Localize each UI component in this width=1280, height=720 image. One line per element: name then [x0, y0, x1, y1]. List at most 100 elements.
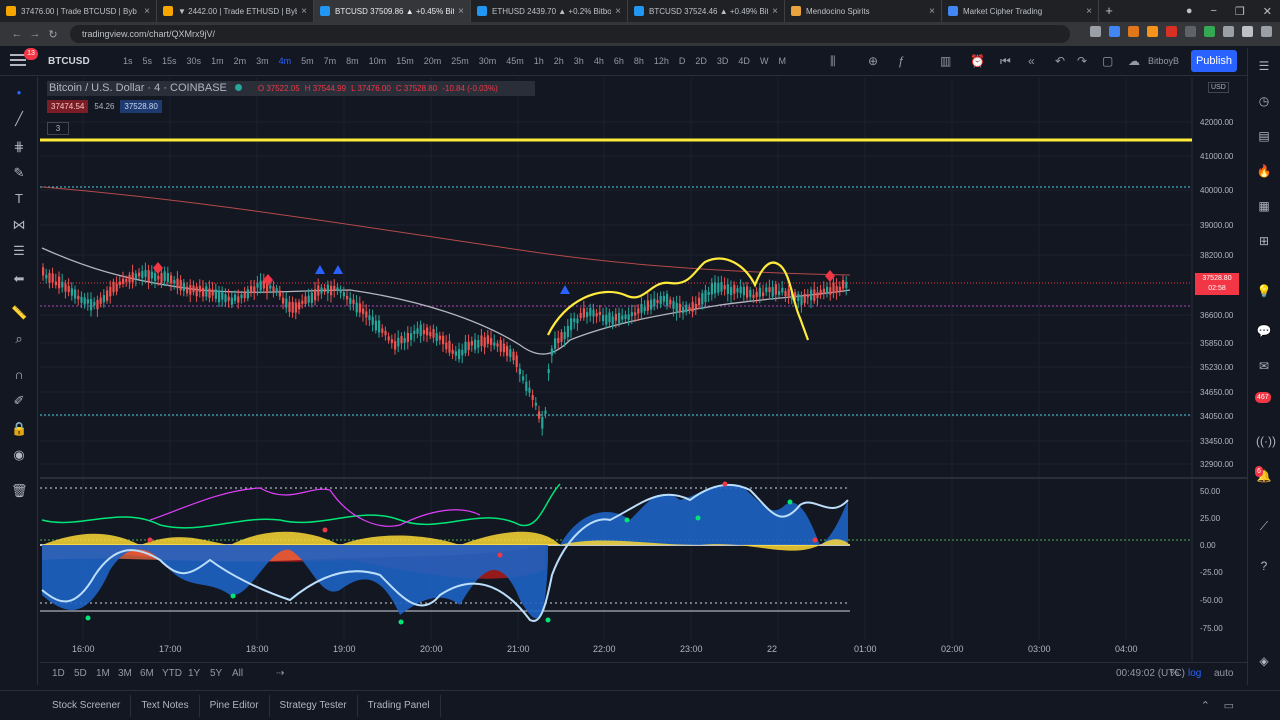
panel-tab-stock-screener[interactable]: Stock Screener — [42, 694, 132, 717]
close-tab-icon[interactable]: × — [615, 6, 621, 17]
text-tool-icon[interactable]: T — [11, 191, 27, 207]
range-ytd[interactable]: YTD — [162, 668, 182, 679]
star-icon[interactable] — [1109, 26, 1120, 37]
interval-1s[interactable]: 1s — [118, 56, 138, 66]
range-5d[interactable]: 5D — [74, 668, 87, 679]
trend-line-icon[interactable]: ╱ — [11, 111, 27, 127]
close-tab-icon[interactable]: × — [301, 6, 307, 17]
publish-button[interactable]: Publish — [1191, 50, 1237, 72]
back-icon[interactable]: ← — [8, 28, 26, 40]
interval-3m[interactable]: 3m — [251, 56, 274, 66]
help-icon[interactable]: ? — [1256, 558, 1272, 574]
interval-8h[interactable]: 8h — [629, 56, 649, 66]
range-all[interactable]: All — [232, 668, 243, 679]
interval-2D[interactable]: 2D — [690, 56, 712, 66]
interval-5m[interactable]: 5m — [296, 56, 319, 66]
puzzle-icon[interactable] — [1223, 26, 1234, 37]
chat-icon[interactable]: 💬 — [1256, 323, 1272, 339]
layout-icon[interactable]: ▢ — [1102, 54, 1113, 68]
redo-icon[interactable]: ↷ — [1077, 54, 1087, 68]
interval-30m[interactable]: 30m — [474, 56, 502, 66]
crosshair-icon[interactable]: ● — [11, 85, 27, 101]
close-tab-icon[interactable]: × — [929, 6, 935, 17]
streams-icon[interactable]: ((·)) — [1256, 433, 1276, 449]
interval-4D[interactable]: 4D — [733, 56, 755, 66]
log-toggle[interactable]: log — [1188, 668, 1201, 679]
percent-toggle[interactable]: % — [1170, 668, 1179, 679]
range-6m[interactable]: 6M — [140, 668, 154, 679]
trash-icon[interactable]: 🗑 — [11, 483, 28, 499]
url-field[interactable]: tradingview.com/chart/QXMrx9jV/ — [70, 25, 1070, 43]
range-1d[interactable]: 1D — [52, 668, 65, 679]
interval-15m[interactable]: 15m — [391, 56, 419, 66]
messages-icon[interactable]: ✉ — [1256, 358, 1272, 374]
interval-W[interactable]: W — [755, 56, 774, 66]
new-tab-button[interactable]: + — [1099, 0, 1119, 22]
range-1m[interactable]: 1M — [96, 668, 110, 679]
watchlist-icon[interactable]: ☰ — [1256, 58, 1272, 74]
interval-3D[interactable]: 3D — [712, 56, 734, 66]
minimize-icon[interactable]: − — [1210, 5, 1216, 17]
grid-icon[interactable]: ⊞ — [1256, 233, 1272, 249]
layout-name[interactable]: BitboyB — [1148, 56, 1179, 66]
prediction-icon[interactable]: ☰ — [11, 243, 27, 259]
interval-5s[interactable]: 5s — [138, 56, 158, 66]
search-icon[interactable] — [1090, 26, 1101, 37]
interval-D[interactable]: D — [674, 56, 691, 66]
interval-8m[interactable]: 8m — [341, 56, 364, 66]
brush-icon[interactable]: ✎ — [11, 165, 27, 181]
data-window-icon[interactable]: ▤ — [1256, 128, 1272, 144]
eye-icon[interactable]: ◉ — [11, 447, 27, 463]
time-axis[interactable]: 16:00 17:00 18:00 19:00 20:00 21:00 22:00 23:00… — [72, 644, 1138, 654]
extension-icon[interactable] — [1147, 26, 1158, 37]
interval-2h[interactable]: 2h — [549, 56, 569, 66]
panel-tab-text-notes[interactable]: Text Notes — [131, 694, 200, 717]
pattern-icon[interactable]: ⋈ — [11, 217, 27, 233]
clock-icon[interactable]: ◷ — [1256, 93, 1272, 109]
auto-toggle[interactable]: auto — [1214, 668, 1233, 679]
arrow-back-icon[interactable]: ⬅ — [11, 271, 27, 287]
close-tab-icon[interactable]: × — [458, 6, 464, 17]
reload-icon[interactable]: ↻ — [44, 28, 62, 41]
bar-style-icon[interactable]: ⫼ — [830, 54, 836, 69]
ideas-icon[interactable]: 💡 — [1256, 283, 1272, 299]
chart-legend[interactable]: Bitcoin / U.S. Dollar · 4 · COINBASE O 37… — [47, 81, 535, 96]
undo-icon[interactable]: ↶ — [1055, 54, 1065, 68]
alert-icon[interactable]: ⏰ — [970, 54, 985, 68]
rewind-icon[interactable]: « — [1028, 54, 1035, 68]
currency-label[interactable]: USD — [1208, 82, 1229, 93]
cloud-icon[interactable]: ☁ — [1128, 54, 1140, 68]
interval-4m[interactable]: 4m — [274, 56, 297, 66]
browser-tab[interactable]: Mendocino Spirits × — [785, 0, 942, 22]
indicators-toggle[interactable]: 3 — [47, 122, 69, 135]
extension-icon[interactable] — [1185, 26, 1196, 37]
interval-10m[interactable]: 10m — [364, 56, 392, 66]
ruler-icon[interactable]: 📏 — [11, 305, 27, 321]
price-chart[interactable]: 42000.00 41000.00 40000.00 39000.00 38200.00… — [0, 0, 1280, 720]
replay-icon[interactable]: ⏮ — [1000, 54, 1011, 69]
compare-icon[interactable]: ⊕ — [868, 54, 878, 68]
interval-12h[interactable]: 12h — [649, 56, 674, 66]
magnet-icon[interactable]: ∩ — [11, 367, 27, 383]
browser-tab[interactable]: ETHUSD 2439.70 ▲ +0.2% Bitbo × — [471, 0, 628, 22]
interval-45m[interactable]: 45m — [501, 56, 529, 66]
forward-icon[interactable]: → — [26, 28, 44, 40]
interval-3h[interactable]: 3h — [569, 56, 589, 66]
zoom-icon[interactable]: ⌕ — [11, 331, 27, 347]
extension-icon[interactable] — [1204, 26, 1215, 37]
maximize-panel-icon[interactable]: ▭ — [1224, 699, 1234, 712]
fib-tool-icon[interactable]: ⋕ — [11, 139, 27, 155]
browser-tab[interactable]: ▼ 2442.00 | Trade ETHUSD | Bybi × — [157, 0, 314, 22]
panel-tab-trading-panel[interactable]: Trading Panel — [358, 694, 441, 717]
profile-icon[interactable]: ● — [1186, 5, 1193, 17]
pattern-drawing[interactable] — [547, 257, 810, 341]
pencil-lock-icon[interactable]: ✐ — [11, 393, 27, 409]
ask-price[interactable]: 37528.80 — [120, 100, 162, 113]
interval-2m[interactable]: 2m — [229, 56, 252, 66]
close-tab-icon[interactable]: × — [144, 6, 150, 17]
indicators-icon[interactable]: ƒ — [898, 54, 905, 68]
metamask-icon[interactable] — [1128, 26, 1139, 37]
interval-6h[interactable]: 6h — [609, 56, 629, 66]
more-menu-icon[interactable] — [1261, 26, 1272, 37]
goto-date-icon[interactable]: ⇢ — [276, 668, 284, 679]
